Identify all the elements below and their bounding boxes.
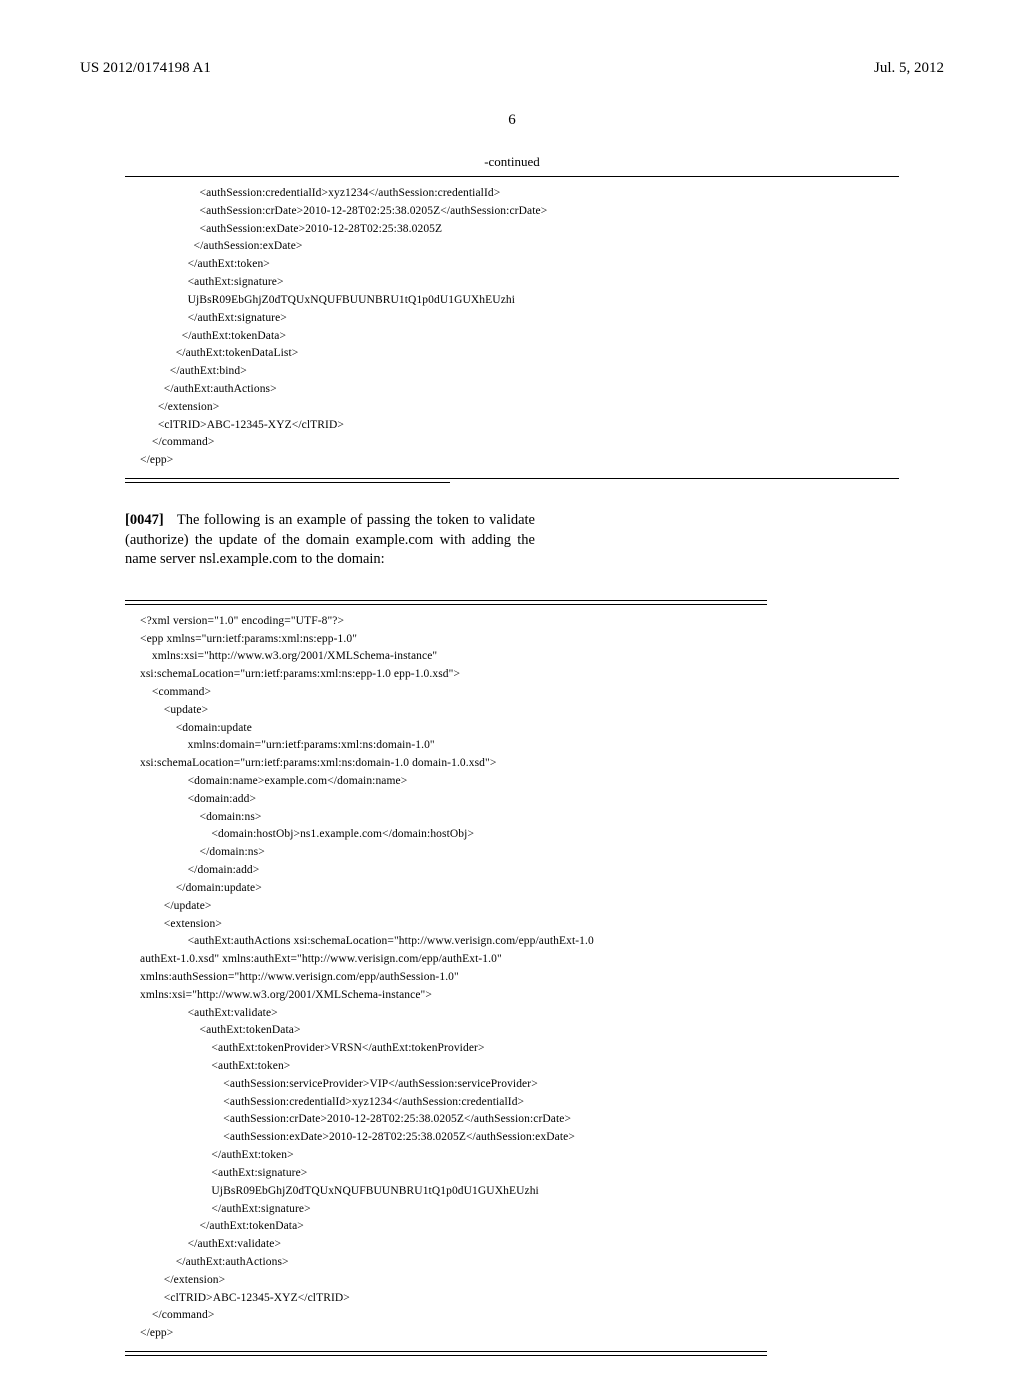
paragraph-0047: [0047] The following is an example of pa… bbox=[125, 511, 535, 570]
publication-number: US 2012/0174198 A1 bbox=[80, 60, 211, 77]
patent-page: US 2012/0174198 A1 Jul. 5, 2012 6 -conti… bbox=[0, 0, 1024, 1396]
rule-bottom-1 bbox=[125, 478, 899, 483]
page-number: 6 bbox=[80, 112, 944, 129]
page-header: US 2012/0174198 A1 Jul. 5, 2012 bbox=[80, 60, 944, 77]
paragraph-text: The following is an example of passing t… bbox=[125, 512, 535, 567]
code-listing-1: <authSession:credentialId>xyz1234</authS… bbox=[80, 177, 944, 478]
rule-bottom-2 bbox=[125, 1351, 899, 1356]
continued-label: -continued bbox=[80, 154, 944, 170]
publication-date: Jul. 5, 2012 bbox=[874, 60, 944, 77]
code-listing-2: <?xml version="1.0" encoding="UTF-8"?> <… bbox=[80, 605, 944, 1351]
paragraph-number: [0047] bbox=[125, 512, 164, 528]
